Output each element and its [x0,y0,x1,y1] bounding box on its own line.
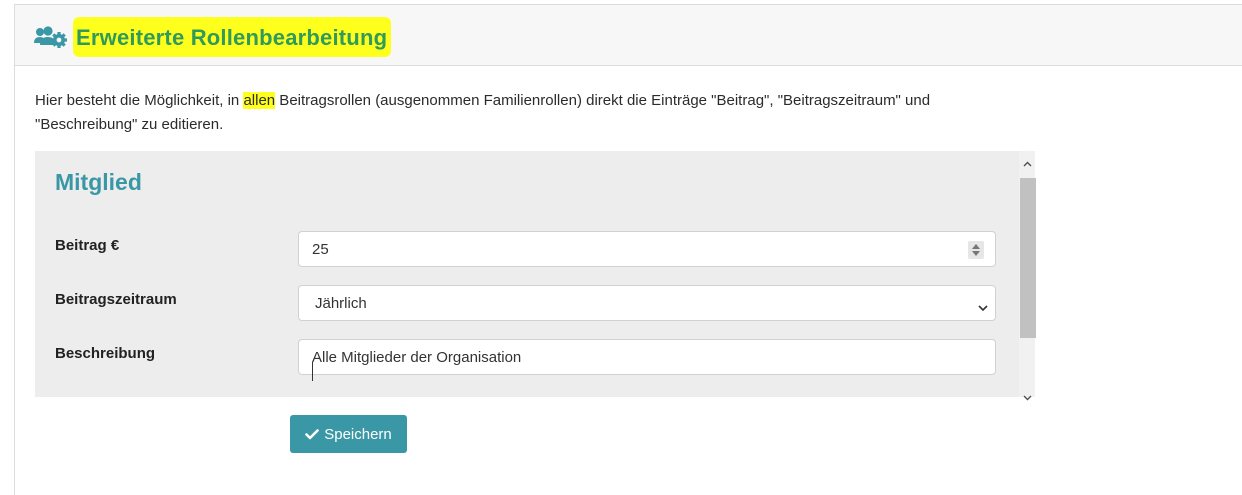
beitrag-label: Beitrag € [55,237,120,254]
zeitraum-label: Beitragszeitraum [55,291,177,308]
scroll-up-icon[interactable] [1023,154,1032,172]
zeitraum-select[interactable]: Jährlich [298,285,996,321]
spinner-up-icon[interactable] [972,244,980,249]
spinner-down-icon[interactable] [972,251,980,256]
check-icon [305,428,320,439]
intro-text: Hier besteht die Möglichkeit, in allen B… [35,89,1015,137]
scroll-thumb[interactable] [1020,178,1036,338]
chevron-down-icon [978,299,988,316]
card-header: Erweiterte Rollenbearbeitung [15,5,1242,66]
role-panel: Mitglied Beitrag € 25 Beitragszeitraum J… [35,151,1019,397]
beschreibung-input[interactable]: Alle Mitglieder der Organisation [298,339,996,381]
scroll-down-icon[interactable] [1023,388,1032,406]
beitrag-value: 25 [312,240,329,258]
intro-highlight: allen [243,92,276,109]
users-cog-icon [34,26,68,48]
intro-text-before: Hier besteht die Möglichkeit, in [35,92,244,109]
beschreibung-label: Beschreibung [55,345,156,362]
page-title-highlight: Erweiterte Rollenbearbeitung [73,17,392,57]
text-cursor [312,362,313,381]
number-spinner[interactable] [968,241,984,259]
page-title: Erweiterte Rollenbearbeitung [76,25,388,50]
zeitraum-value: Jährlich [315,294,367,312]
save-button-label: Speichern [324,425,392,443]
panel-scrollbar[interactable] [1019,151,1036,401]
role-title: Mitglied [55,169,142,195]
beitrag-input[interactable]: 25 [298,231,996,267]
beschreibung-value: Alle Mitglieder der Organisation [312,348,522,366]
save-button[interactable]: Speichern [290,415,407,453]
content-frame: Erweiterte Rollenbearbeitung Hier besteh… [14,4,1242,495]
